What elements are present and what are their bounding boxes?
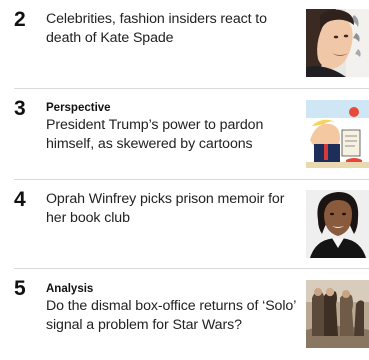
oprah-winfrey-portrait-photo	[306, 190, 369, 258]
most-read-list: 2 Celebrities, fashion insiders react to…	[0, 0, 369, 360]
thumbnail-image[interactable]	[306, 100, 369, 168]
list-item-2[interactable]: 2 Celebrities, fashion insiders react to…	[0, 0, 369, 88]
thumbnail-image[interactable]	[306, 9, 369, 77]
thumbnail-image[interactable]	[306, 190, 369, 258]
item-text: Celebrities, fashion insiders react to d…	[46, 10, 296, 48]
trump-pardon-cartoon	[306, 100, 369, 168]
item-text: Oprah Winfrey picks prison memoir for he…	[46, 190, 296, 228]
rank-number: 2	[14, 8, 26, 31]
list-item-3[interactable]: 3 Perspective President Trump’s power to…	[0, 89, 369, 179]
rank-number: 5	[14, 277, 26, 300]
item-text: Perspective President Trump’s power to p…	[46, 101, 296, 154]
solo-star-wars-still-photo	[306, 280, 369, 348]
rank-number: 4	[14, 188, 26, 211]
kicker-label: Perspective	[46, 102, 111, 114]
list-item-5[interactable]: 5 Analysis Do the dismal box-office retu…	[0, 269, 369, 360]
headline-link[interactable]: Celebrities, fashion insiders react to d…	[46, 10, 296, 48]
kate-spade-portrait-photo	[306, 9, 369, 77]
rank-number: 3	[14, 97, 26, 120]
kicker-label: Analysis	[46, 283, 94, 295]
thumbnail-image[interactable]	[306, 280, 369, 348]
headline-link[interactable]: President Trump’s power to pardon himsel…	[46, 116, 296, 154]
item-text: Analysis Do the dismal box-office return…	[46, 282, 296, 335]
list-item-4[interactable]: 4 Oprah Winfrey picks prison memoir for …	[0, 180, 369, 268]
headline-link[interactable]: Do the dismal box-office returns of ‘Sol…	[46, 297, 296, 335]
headline-link[interactable]: Oprah Winfrey picks prison memoir for he…	[46, 190, 296, 228]
